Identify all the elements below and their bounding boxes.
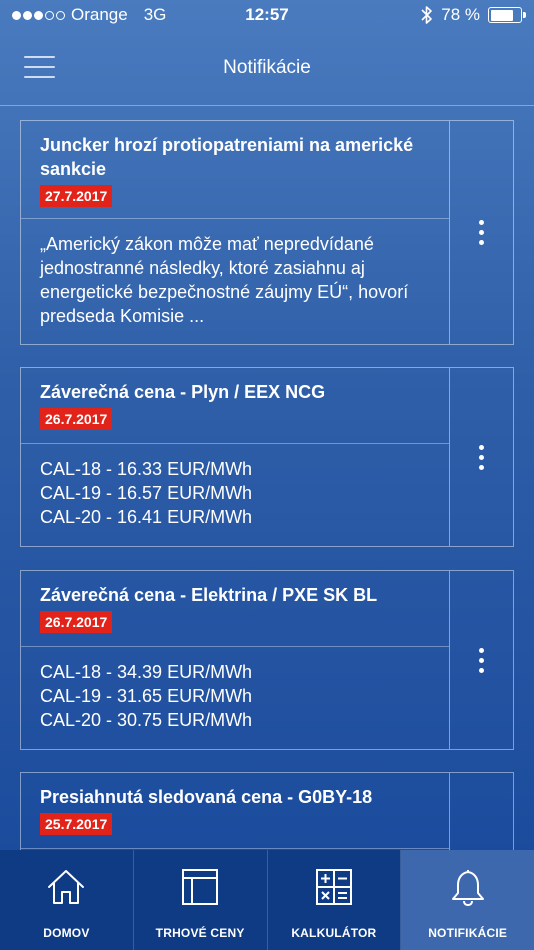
carrier-name: Orange xyxy=(71,5,128,24)
price-line: CAL-18 - 16.33 EUR/MWh xyxy=(40,459,253,479)
notification-content[interactable]: Záverečná cena - Plyn / EEX NCG 26.7.201… xyxy=(21,368,449,546)
status-right: 78 % xyxy=(421,5,526,25)
signal-strength-icon xyxy=(12,10,65,20)
more-options-button[interactable] xyxy=(449,571,513,749)
tab-kalkulator[interactable]: KALKULÁTOR xyxy=(268,850,402,950)
more-options-button[interactable] xyxy=(449,121,513,344)
more-vertical-icon xyxy=(479,444,484,470)
tab-label: NOTIFIKÁCIE xyxy=(428,926,508,940)
tab-label: TRHOVÉ CENY xyxy=(155,926,245,940)
tab-domov[interactable]: DOMOV xyxy=(0,850,134,950)
notification-content[interactable]: Presiahnutá sledovaná cena - G0BY-18 25.… xyxy=(21,773,449,850)
notification-date-badge: 25.7.2017 xyxy=(40,813,113,835)
network-type: 3G xyxy=(143,5,167,24)
battery-icon xyxy=(488,7,526,23)
notification-title: Záverečná cena - Plyn / EEX NCG xyxy=(40,382,326,402)
notifications-list[interactable]: Juncker hrozí protiopatreniami na americ… xyxy=(0,106,534,850)
notification-body: CAL-18 - 16.33 EUR/MWh CAL-19 - 16.57 EU… xyxy=(21,444,449,545)
notification-card[interactable]: Záverečná cena - Plyn / EEX NCG 26.7.201… xyxy=(20,367,514,547)
notification-date-badge: 27.7.2017 xyxy=(40,185,113,207)
more-vertical-icon xyxy=(479,220,484,245)
bottom-tab-bar: DOMOV TRHOVÉ CENY KALKULÁTOR NOTIFIKÁCIE xyxy=(0,850,534,950)
price-line: CAL-20 - 30.75 EUR/MWh xyxy=(40,710,253,730)
status-left: Orange 3G xyxy=(12,5,166,25)
navigation-bar: Notifikácie xyxy=(0,30,534,106)
bell-icon xyxy=(451,870,484,907)
notification-header: Záverečná cena - Elektrina / PXE SK BL 2… xyxy=(21,571,449,647)
more-options-button[interactable] xyxy=(449,773,513,850)
calculator-icon xyxy=(315,869,352,905)
battery-level xyxy=(490,9,514,21)
notification-body: CAL-18 - 34.39 EUR/MWh CAL-19 - 31.65 EU… xyxy=(21,647,449,748)
page-title: Notifikácie xyxy=(223,56,311,78)
notification-content[interactable]: Juncker hrozí protiopatreniami na americ… xyxy=(21,121,449,344)
battery-percent: 78 % xyxy=(441,5,480,24)
notification-header: Presiahnutá sledovaná cena - G0BY-18 25.… xyxy=(21,773,449,849)
notification-card[interactable]: Záverečná cena - Elektrina / PXE SK BL 2… xyxy=(20,570,514,750)
notification-date-badge: 26.7.2017 xyxy=(40,611,113,633)
price-line: CAL-18 - 34.39 EUR/MWh xyxy=(40,662,253,682)
more-options-button[interactable] xyxy=(449,368,513,546)
home-icon xyxy=(48,870,85,904)
market-prices-icon xyxy=(182,869,219,905)
tab-label: KALKULÁTOR xyxy=(291,926,377,940)
notification-title: Juncker hrozí protiopatreniami na americ… xyxy=(40,135,414,179)
notification-body: „Americký zákon môže mať nepredvídané je… xyxy=(40,234,409,326)
price-line: CAL-19 - 31.65 EUR/MWh xyxy=(40,686,253,706)
more-vertical-icon xyxy=(479,647,484,673)
notification-card[interactable]: Juncker hrozí protiopatreniami na americ… xyxy=(20,120,514,345)
price-line: CAL-20 - 16.41 EUR/MWh xyxy=(40,507,253,527)
notification-card[interactable]: Presiahnutá sledovaná cena - G0BY-18 25.… xyxy=(20,772,514,850)
hamburger-menu-icon[interactable] xyxy=(24,56,55,78)
price-line: CAL-19 - 16.57 EUR/MWh xyxy=(40,483,253,503)
notification-title: Presiahnutá sledovaná cena - G0BY-18 xyxy=(40,787,373,807)
tab-notifikacie[interactable]: NOTIFIKÁCIE xyxy=(401,850,534,950)
tab-label: DOMOV xyxy=(43,926,90,940)
notification-header: Juncker hrozí protiopatreniami na americ… xyxy=(21,121,449,219)
notification-date-badge: 26.7.2017 xyxy=(40,408,113,430)
notification-title: Záverečná cena - Elektrina / PXE SK BL xyxy=(40,585,378,605)
bluetooth-icon xyxy=(421,6,433,24)
notification-header: Záverečná cena - Plyn / EEX NCG 26.7.201… xyxy=(21,368,449,444)
status-bar: Orange 3G 12:57 78 % xyxy=(0,0,534,30)
tab-trhove-ceny[interactable]: TRHOVÉ CENY xyxy=(134,850,268,950)
notification-content[interactable]: Záverečná cena - Elektrina / PXE SK BL 2… xyxy=(21,571,449,749)
